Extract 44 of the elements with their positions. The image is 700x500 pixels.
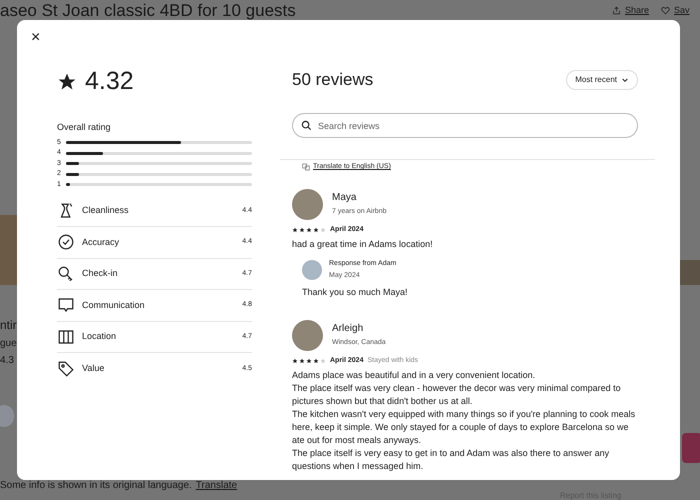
avatar [292,188,323,220]
category-label: Communication [82,298,146,312]
reviewer-name: Maya [332,191,358,206]
reviews-heading: 50 reviews [292,69,374,91]
category-label: Location [82,330,118,343]
avatar [292,320,323,350]
overall-rating-label: Overall rating [57,120,112,134]
review-text: The place itself was very clean - however the decor was very minimal compared to pictures shown but that didn't bother us at all. [292,382,622,408]
check-circle-icon [57,233,75,252]
review-text: had a great time in Adams location! [292,238,434,251]
photo-placeholder [0,215,17,285]
review-text: The place itself is very easy to get in to and Adam was also there to answer any questions when I messaged him. [292,447,610,473]
listing-text: 4.3 [0,354,15,368]
reviewer-name: Arleigh [332,322,364,336]
close-button[interactable]: × [31,30,40,46]
translate-link[interactable]: Translate [196,478,238,493]
category-label: Check-in [82,267,119,280]
avatar [0,405,14,427]
map-icon [57,328,75,346]
average-rating: 4.32 [85,66,134,97]
translate-icon [302,163,310,172]
save-link[interactable]: Sav [661,4,690,18]
share-icon [612,6,621,16]
sort-dropdown[interactable]: Most recent [566,70,638,90]
listing-text: ntir [0,317,17,334]
avatar [302,260,322,280]
key-icon [57,264,75,283]
category-label: Accuracy [82,236,120,249]
search-icon [301,120,312,130]
tag-icon [57,360,75,378]
search-field[interactable]: Search reviews [292,113,638,138]
heart-icon [661,6,670,16]
star-icon [57,72,77,92]
info-text: Some info is shown in its original language. [0,479,192,493]
reserve-button[interactable] [682,433,700,463]
review-text: Adams place was beautiful and in a very convenient location. [292,369,536,382]
listing-text: gue [0,337,17,351]
speech-bubble-icon [57,296,75,314]
review-text: The kitchen wasn't very equipped with many things so if you're planning to cook meals here, keep it simple. We only stayed for a couple of days to explore Barcelona so we ate out for most meals anyways. [292,408,636,447]
listing-title: aseo St Joan classic 4BD for 10 guests [0,0,296,22]
category-label: Value [82,362,106,375]
share-link[interactable]: Share [612,4,650,18]
category-label: Cleanliness [82,204,130,217]
response-text: Thank you so much Maya! [302,286,409,299]
